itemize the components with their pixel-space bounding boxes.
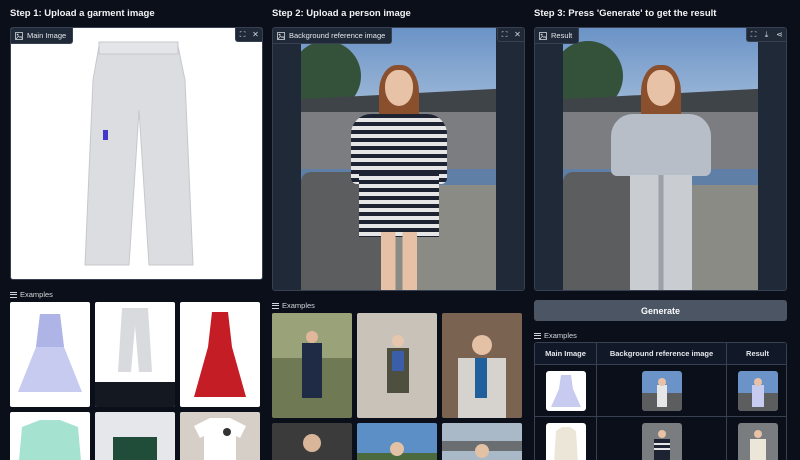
list-icon [10, 291, 17, 298]
download-icon[interactable]: ⤓ [760, 28, 773, 41]
table-cell-result [727, 417, 786, 460]
table-cell-result [727, 365, 786, 416]
table-header-background-reference: Background reference image [597, 343, 727, 364]
person-example-6[interactable] [442, 423, 522, 460]
fullscreen-icon[interactable]: ⛶ [747, 28, 760, 41]
person-image [301, 28, 496, 290]
result-examples-label: Examples [544, 331, 577, 340]
table-header-main-image: Main Image [535, 343, 597, 364]
garment-example-mint-top[interactable] [10, 412, 90, 460]
table-cell-background [597, 365, 727, 416]
table-cell-background [597, 417, 727, 460]
fullscreen-icon[interactable]: ⛶ [236, 28, 249, 41]
row1-result-thumb [737, 370, 778, 411]
person-examples-label: Examples [282, 301, 315, 310]
garment-image-panel[interactable]: Main Image ⛶ ✕ [10, 27, 263, 280]
table-cell-main-image [535, 417, 597, 460]
row1-person-thumb [641, 370, 682, 411]
garment-example-red-dress[interactable] [180, 302, 260, 407]
person-examples-header: Examples [272, 301, 315, 310]
garment-example-dress[interactable] [10, 302, 90, 407]
row2-person-thumb [641, 422, 682, 460]
garment-example-pants[interactable] [95, 302, 175, 407]
list-icon [272, 302, 279, 309]
table-header-result: Result [746, 349, 769, 358]
person-panel-label: Background reference image [273, 28, 393, 44]
result-panel-tools: ⛶ ⤓ ⋖ [746, 28, 786, 42]
examples-table-header: Main Image Background reference image Re… [535, 343, 786, 365]
result-panel-label-text: Result [551, 31, 573, 40]
table-cell-main-image [535, 365, 597, 416]
share-icon[interactable]: ⋖ [773, 28, 786, 41]
list-icon [534, 332, 541, 339]
person-examples-grid [272, 313, 522, 460]
fullscreen-icon[interactable]: ⛶ [498, 28, 511, 41]
person-example-3[interactable] [442, 313, 522, 418]
table-row[interactable] [535, 365, 786, 417]
row2-result-thumb [737, 422, 778, 460]
person-panel-tools: ⛶ ✕ [497, 28, 524, 42]
step3-title: Step 3: Press 'Generate' to get the resu… [534, 8, 717, 19]
step1-title: Step 1: Upload a garment image [10, 8, 155, 19]
result-image-panel: Result ⛶ ⤓ ⋖ [534, 27, 787, 291]
row1-garment-thumb [545, 370, 586, 411]
examples-table: Main Image Background reference image Re… [534, 342, 787, 460]
garment-panel-label-text: Main Image [27, 31, 67, 40]
result-panel-label: Result [535, 28, 580, 44]
garment-panel-label: Main Image [11, 28, 74, 44]
person-example-1[interactable] [272, 313, 352, 418]
image-icon [15, 31, 23, 40]
person-image-panel[interactable]: Background reference image ⛶ ✕ [272, 27, 525, 291]
person-example-4[interactable] [272, 423, 352, 460]
person-example-2[interactable] [357, 313, 437, 418]
garment-example-white-tee[interactable] [180, 412, 260, 460]
garment-examples-header: Examples [10, 290, 53, 299]
image-icon [277, 31, 285, 40]
garment-examples-grid [10, 302, 260, 460]
person-example-5[interactable] [357, 423, 437, 460]
garment-examples-label: Examples [20, 290, 53, 299]
close-icon[interactable]: ✕ [249, 28, 262, 41]
garment-image [11, 28, 262, 279]
step2-title: Step 2: Upload a person image [272, 8, 411, 19]
result-examples-header: Examples [534, 331, 577, 340]
person-panel-label-text: Background reference image [289, 31, 386, 40]
generate-button[interactable]: Generate [534, 300, 787, 321]
image-icon [539, 31, 547, 40]
result-image [563, 28, 758, 290]
row2-garment-thumb [545, 422, 586, 460]
pants-illustration [84, 41, 194, 266]
garment-panel-tools: ⛶ ✕ [235, 28, 262, 42]
table-row[interactable] [535, 417, 786, 460]
garment-example-green-shorts[interactable] [95, 412, 175, 460]
close-icon[interactable]: ✕ [511, 28, 524, 41]
